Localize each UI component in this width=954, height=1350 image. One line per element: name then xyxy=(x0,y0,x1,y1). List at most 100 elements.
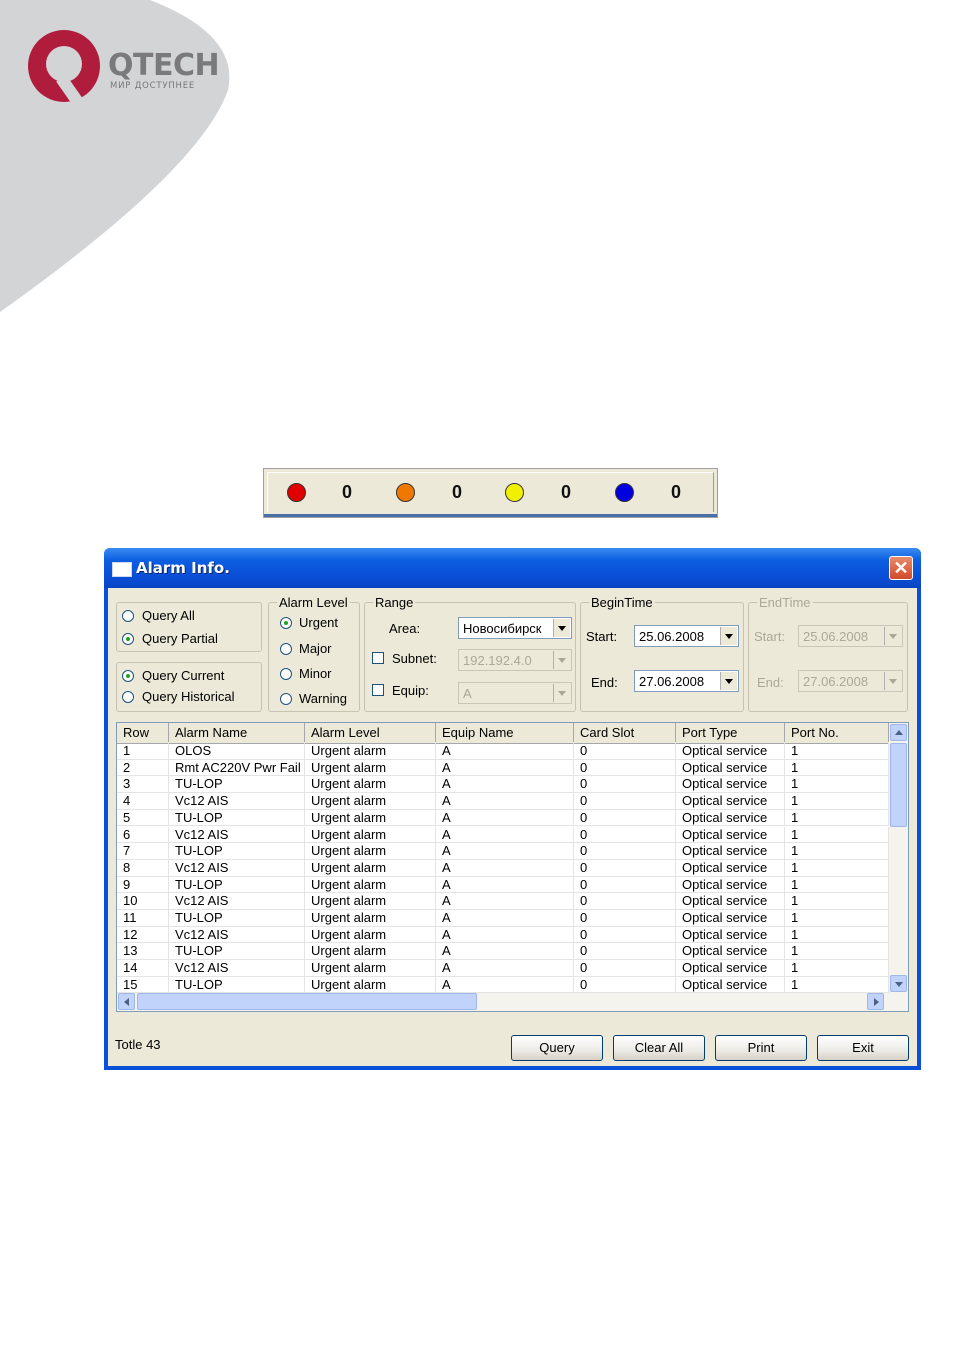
end-end-label: End: xyxy=(757,675,784,690)
table-row[interactable]: 3 TU-LOP Urgent alarm A 0 Optical service 1 xyxy=(117,776,889,794)
column-header[interactable]: Port No. xyxy=(785,723,889,742)
end-start-date-picker[interactable]: 25.06.2008 xyxy=(798,625,903,647)
table-row[interactable]: 13 TU-LOP Urgent alarm A 0 Optical service 1 xyxy=(117,943,889,961)
equip-dropdown[interactable]: A xyxy=(458,682,572,704)
warning-radio[interactable] xyxy=(280,693,292,705)
table-cell: 1 xyxy=(785,976,889,993)
scroll-right-button[interactable] xyxy=(867,993,884,1010)
table-cell: A xyxy=(436,759,574,776)
chevron-down-icon[interactable] xyxy=(884,672,901,690)
table-row[interactable]: 12 Vc12 AIS Urgent alarm A 0 Optical service 1 xyxy=(117,926,889,944)
close-button[interactable]: ✕ xyxy=(889,556,913,580)
query-current-radio[interactable] xyxy=(122,670,134,682)
table-cell: A xyxy=(436,859,574,876)
query-historical-label: Query Historical xyxy=(142,689,235,704)
table-row[interactable]: 4 Vc12 AIS Urgent alarm A 0 Optical service 1 xyxy=(117,793,889,810)
area-dropdown[interactable]: Новосибирск xyxy=(458,617,572,639)
table-cell: 0 xyxy=(574,843,676,860)
chevron-down-icon[interactable] xyxy=(553,684,570,702)
query-historical-radio[interactable] xyxy=(122,691,134,703)
table-cell: A xyxy=(436,926,574,943)
table-cell: 0 xyxy=(574,759,676,776)
table-row[interactable]: 15 TU-LOP Urgent alarm A 0 Optical service 1 xyxy=(117,976,889,993)
table-cell: A xyxy=(436,843,574,860)
query-partial-radio[interactable] xyxy=(122,633,134,645)
table-cell: 1 xyxy=(785,910,889,926)
table-cell: Optical service xyxy=(676,926,785,943)
minor-radio[interactable] xyxy=(280,668,292,680)
table-row[interactable]: 7 TU-LOP Urgent alarm A 0 Optical service 1 xyxy=(117,843,889,860)
column-header[interactable]: Equip Name xyxy=(436,723,574,742)
chevron-down-icon[interactable] xyxy=(720,672,737,690)
table-cell: A xyxy=(436,826,574,843)
column-header[interactable]: Card Slot xyxy=(574,723,676,742)
column-header[interactable]: Row xyxy=(117,723,169,742)
print-button[interactable]: Print xyxy=(715,1035,807,1061)
table-cell: A xyxy=(436,976,574,993)
table-row[interactable]: 6 Vc12 AIS Urgent alarm A 0 Optical service 1 xyxy=(117,826,889,844)
table-cell: 15 xyxy=(117,976,169,993)
table-cell: 0 xyxy=(574,776,676,793)
vertical-scrollbar[interactable] xyxy=(889,723,908,993)
title-bar[interactable]: Alarm Info. ✕ xyxy=(104,548,921,588)
scroll-left-button[interactable] xyxy=(118,993,135,1010)
table-row[interactable]: 2 Rmt AC220V Pwr Fail Urgent alarm A 0 Optica… xyxy=(117,759,889,777)
table-row[interactable]: 9 TU-LOP Urgent alarm A 0 Optical service 1 xyxy=(117,876,889,894)
scroll-down-button[interactable] xyxy=(890,975,907,992)
table-cell: 2 xyxy=(117,759,169,776)
table-row[interactable]: 1 OLOS Urgent alarm A 0 Optical service 1 xyxy=(117,743,889,760)
table-cell: Vc12 AIS xyxy=(169,793,305,810)
table-cell: A xyxy=(436,876,574,893)
table-row[interactable]: 11 TU-LOP Urgent alarm A 0 Optical service 1 xyxy=(117,910,889,927)
table-cell: Optical service xyxy=(676,743,785,759)
horizontal-scroll-thumb[interactable] xyxy=(137,993,477,1010)
end-end-value: 27.06.2008 xyxy=(803,674,869,689)
urgent-radio[interactable] xyxy=(280,617,292,629)
table-header: Row Alarm Name Alarm Level Equip Name Card S… xyxy=(117,723,889,744)
table-cell: Optical service xyxy=(676,809,785,826)
query-button[interactable]: Query xyxy=(511,1035,603,1061)
table-cell: 1 xyxy=(785,893,889,910)
clear-all-button[interactable]: Clear All xyxy=(613,1035,705,1061)
table-row[interactable]: 14 Vc12 AIS Urgent alarm A 0 Optical service 1 xyxy=(117,960,889,977)
table-cell: Optical service xyxy=(676,793,785,810)
scroll-up-button[interactable] xyxy=(890,724,907,741)
table-cell: 0 xyxy=(574,943,676,960)
end-end-date-picker[interactable]: 27.06.2008 xyxy=(798,670,903,692)
table-row[interactable]: 5 TU-LOP Urgent alarm A 0 Optical service 1 xyxy=(117,809,889,827)
table-cell: A xyxy=(436,893,574,910)
table-row[interactable]: 10 Vc12 AIS Urgent alarm A 0 Optical service 1 xyxy=(117,893,889,910)
subnet-dropdown[interactable]: 192.192.4.0 xyxy=(458,649,572,671)
table-cell: Urgent alarm xyxy=(305,793,436,810)
table-cell: 0 xyxy=(574,976,676,993)
table-cell: 0 xyxy=(574,859,676,876)
column-header[interactable]: Alarm Name xyxy=(169,723,305,742)
chevron-down-icon[interactable] xyxy=(553,651,570,669)
table-cell: 5 xyxy=(117,809,169,826)
chevron-down-icon[interactable] xyxy=(884,627,901,645)
begin-end-label: End: xyxy=(591,675,618,690)
equip-checkbox[interactable] xyxy=(372,684,384,696)
major-alarm-indicator-icon xyxy=(396,483,415,502)
column-header[interactable]: Port Type xyxy=(676,723,785,742)
query-partial-label: Query Partial xyxy=(142,631,218,646)
begin-end-date-picker[interactable]: 27.06.2008 xyxy=(634,670,739,692)
logo-name: QTECH xyxy=(108,48,220,83)
horizontal-scrollbar[interactable] xyxy=(117,993,908,1011)
major-radio[interactable] xyxy=(280,643,292,655)
subnet-checkbox[interactable] xyxy=(372,652,384,664)
table-row[interactable]: 8 Vc12 AIS Urgent alarm A 0 Optical service 1 xyxy=(117,859,889,877)
begin-start-date-picker[interactable]: 25.06.2008 xyxy=(634,625,739,647)
vertical-scroll-thumb[interactable] xyxy=(890,743,907,827)
chevron-down-icon[interactable] xyxy=(720,627,737,645)
query-scope-group: Query All Query Partial xyxy=(116,602,262,652)
begin-start-value: 25.06.2008 xyxy=(639,629,705,644)
begin-start-label: Start: xyxy=(586,629,618,644)
exit-button[interactable]: Exit xyxy=(817,1035,909,1061)
window-title: Alarm Info. xyxy=(136,559,230,577)
range-title: Range xyxy=(373,595,416,610)
query-all-radio[interactable] xyxy=(122,610,134,622)
chevron-down-icon[interactable] xyxy=(553,619,570,637)
column-header[interactable]: Alarm Level xyxy=(305,723,436,742)
table-cell: 0 xyxy=(574,809,676,826)
